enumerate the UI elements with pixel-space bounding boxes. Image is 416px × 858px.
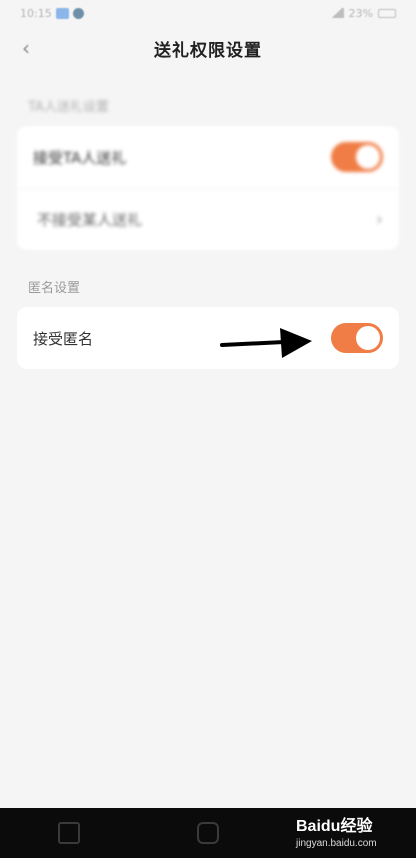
app-notification-icon bbox=[72, 7, 84, 19]
chevron-right-icon: › bbox=[375, 209, 383, 230]
row-label: 接受TA人送礼 bbox=[33, 148, 127, 167]
back-button[interactable]: ‹ bbox=[12, 34, 40, 62]
home-button[interactable] bbox=[196, 822, 219, 844]
section-label-gift-settings: TA人送礼设置 bbox=[28, 100, 109, 115]
watermark: Baidu经验 jingyan.baidu.com bbox=[296, 812, 412, 854]
status-right: 23% bbox=[329, 6, 396, 20]
status-bar: 10:15 23% bbox=[0, 0, 416, 26]
section-label-anonymous: 匿名设置 bbox=[28, 281, 81, 296]
row-label: 不接受某人送礼 bbox=[37, 211, 143, 229]
page-title: 送礼权限设置 bbox=[154, 40, 262, 61]
accept-gifts-toggle[interactable] bbox=[331, 142, 383, 172]
row-label: 接受匿名 bbox=[33, 329, 94, 348]
app-notification-icon bbox=[55, 7, 69, 19]
header: ‹ 送礼权限设置 bbox=[0, 26, 416, 70]
accept-gifts-row: 接受TA人送礼 bbox=[17, 126, 399, 188]
watermark-brand: Baidu经验 bbox=[296, 818, 373, 835]
accept-anonymous-row: 接受匿名 bbox=[17, 307, 399, 369]
toggle-knob bbox=[356, 326, 380, 350]
status-time: 10:15 bbox=[20, 6, 52, 20]
screen: 10:15 23% ‹ 送礼权限设置 TA人送礼设置 接受TA人送礼 不接受某人… bbox=[0, 0, 416, 858]
arrow-annotation-icon bbox=[220, 328, 312, 358]
anonymous-card: 接受匿名 bbox=[17, 307, 399, 369]
gift-settings-card: 接受TA人送礼 不接受某人送礼 › bbox=[17, 126, 399, 250]
block-sender-row[interactable]: 不接受某人送礼 › bbox=[17, 188, 399, 250]
back-icon: ‹ bbox=[22, 36, 30, 60]
accept-anonymous-toggle[interactable] bbox=[331, 323, 383, 353]
watermark-url: jingyan.baidu.com bbox=[296, 838, 377, 849]
recent-apps-button[interactable] bbox=[58, 822, 81, 844]
toggle-knob bbox=[356, 145, 380, 169]
status-left: 10:15 bbox=[20, 7, 84, 20]
battery-icon bbox=[378, 8, 396, 18]
battery-percent: 23% bbox=[348, 6, 373, 20]
signal-icon bbox=[329, 8, 344, 18]
